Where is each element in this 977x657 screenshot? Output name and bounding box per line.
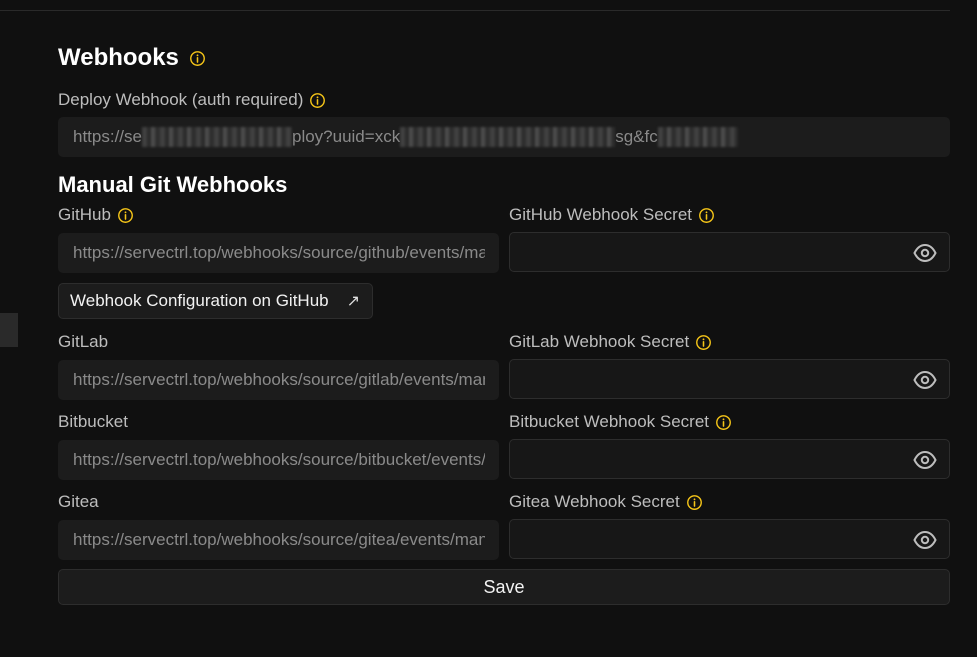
eye-icon[interactable]	[913, 449, 937, 471]
gitea-secret-label: Gitea Webhook Secret	[509, 492, 703, 512]
sidebar-collapse-handle[interactable]	[0, 313, 18, 347]
redacted-block	[400, 127, 616, 147]
github-webhook-url-field[interactable]: https://servectrl.top/webhooks/source/gi…	[58, 233, 499, 273]
info-icon[interactable]	[715, 414, 732, 431]
webhooks-heading: Webhooks	[58, 44, 206, 72]
webhook-configuration-github-button[interactable]: Webhook Configuration on GitHub ↗	[58, 283, 374, 319]
deploy-webhook-field[interactable]: https://se ploy?uuid=xck sg&fc	[58, 117, 950, 157]
gitlab-label-text: GitLab	[58, 332, 109, 351]
github-secret-input[interactable]	[509, 232, 950, 272]
redacted-block	[657, 127, 738, 147]
info-icon[interactable]	[189, 50, 206, 67]
gitea-webhook-url: https://servectrl.top/webhooks/source/gi…	[73, 530, 485, 549]
gitea-secret-input[interactable]	[509, 519, 950, 559]
info-icon[interactable]	[686, 494, 703, 511]
gitlab-webhook-url: https://servectrl.top/webhooks/source/gi…	[73, 370, 485, 389]
gitea-webhook-url-field[interactable]: https://servectrl.top/webhooks/source/gi…	[58, 520, 499, 560]
gitlab-secret-label: GitLab Webhook Secret	[509, 332, 712, 352]
info-icon[interactable]	[117, 207, 134, 224]
deploy-webhook-label-text: Deploy Webhook (auth required)	[58, 90, 304, 109]
github-webhook-url: https://servectrl.top/webhooks/source/gi…	[73, 243, 485, 262]
bitbucket-label-text: Bitbucket	[58, 412, 128, 431]
eye-icon[interactable]	[913, 529, 937, 551]
webhooks-title: Webhooks	[58, 44, 179, 71]
top-divider	[0, 10, 950, 11]
bitbucket-webhook-url-field[interactable]: https://servectrl.top/webhooks/source/bi…	[58, 440, 499, 480]
save-button[interactable]: Save	[58, 569, 950, 605]
info-icon[interactable]	[698, 207, 715, 224]
external-link-arrow-icon: ↗	[346, 293, 361, 310]
bitbucket-secret-label-text: Bitbucket Webhook Secret	[509, 412, 710, 431]
info-icon[interactable]	[309, 92, 326, 109]
github-label-text: GitHub	[58, 205, 111, 224]
gitlab-secret-input[interactable]	[509, 359, 950, 399]
github-secret-label-text: GitHub Webhook Secret	[509, 205, 692, 224]
gitea-label: Gitea	[58, 492, 99, 512]
bitbucket-webhook-url: https://servectrl.top/webhooks/source/bi…	[73, 450, 485, 469]
deploy-webhook-value-mid: ploy?uuid=xck	[291, 127, 401, 146]
gitlab-secret-label-text: GitLab Webhook Secret	[509, 332, 690, 351]
gitea-label-text: Gitea	[58, 492, 99, 511]
eye-icon[interactable]	[913, 369, 937, 391]
bitbucket-label: Bitbucket	[58, 412, 128, 432]
manual-git-webhooks-title: Manual Git Webhooks	[58, 172, 288, 197]
info-icon[interactable]	[695, 334, 712, 351]
eye-icon[interactable]	[913, 242, 937, 264]
deploy-webhook-value-end: sg&fc	[615, 127, 658, 146]
gitea-secret-label-text: Gitea Webhook Secret	[509, 492, 680, 511]
deploy-webhook-value-start: https://se	[73, 127, 142, 146]
redacted-block	[141, 127, 292, 147]
gitlab-webhook-url-field[interactable]: https://servectrl.top/webhooks/source/gi…	[58, 360, 499, 400]
github-label: GitHub	[58, 205, 134, 225]
github-secret-label: GitHub Webhook Secret	[509, 205, 715, 225]
bitbucket-secret-label: Bitbucket Webhook Secret	[509, 412, 732, 432]
deploy-webhook-label: Deploy Webhook (auth required)	[58, 90, 326, 110]
webhook-configuration-label: Webhook Configuration on GitHub	[70, 291, 329, 310]
gitlab-label: GitLab	[58, 332, 108, 352]
bitbucket-secret-input[interactable]	[509, 439, 950, 479]
